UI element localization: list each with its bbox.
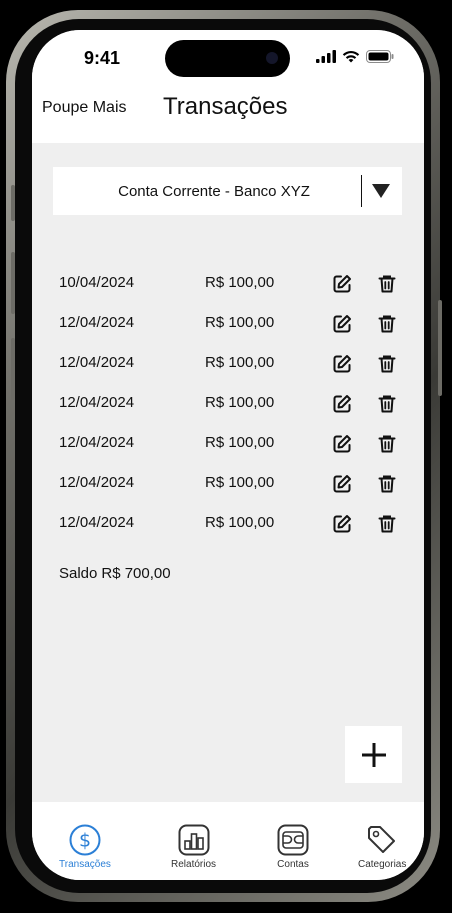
- tab-label: Relatórios: [171, 859, 217, 870]
- cellular-signal-icon: [316, 50, 336, 63]
- plus-icon: [361, 742, 386, 767]
- balance-value: R$ 700,00: [101, 565, 171, 582]
- trash-icon: [378, 435, 396, 453]
- trash-icon: [378, 395, 396, 413]
- transaction-date: 12/04/2024: [59, 514, 135, 531]
- trash-icon: [378, 515, 396, 533]
- delete-transaction-button[interactable]: [377, 434, 397, 454]
- tab-transacoes[interactable]: $ Transações: [59, 824, 111, 870]
- wifi-icon: [342, 51, 360, 63]
- app-name: Poupe Mais: [42, 99, 127, 116]
- select-divider: [361, 175, 362, 207]
- edit-icon: [333, 395, 351, 413]
- delete-transaction-button[interactable]: [377, 394, 397, 414]
- transaction-row: 12/04/2024 R$ 100,00: [32, 384, 424, 424]
- edit-transaction-button[interactable]: [332, 354, 352, 374]
- transaction-date: 12/04/2024: [59, 354, 135, 371]
- transaction-row: 12/04/2024 R$ 100,00: [32, 424, 424, 464]
- transaction-date: 12/04/2024: [59, 434, 135, 451]
- status-icons: [316, 50, 394, 63]
- mute-switch: [11, 185, 15, 221]
- volume-up-button: [11, 252, 15, 314]
- tag-icon: [368, 826, 396, 853]
- battery-icon: [366, 50, 394, 63]
- trash-icon: [378, 315, 396, 333]
- bottom-tab-bar: $ Transações Relatórios Contas Categoria…: [32, 802, 424, 880]
- power-button: [438, 300, 442, 396]
- tab-contas[interactable]: Contas: [277, 824, 309, 870]
- transaction-amount: R$ 100,00: [205, 474, 275, 491]
- transaction-amount: R$ 100,00: [205, 274, 275, 291]
- edit-icon: [333, 275, 351, 293]
- tab-label: Contas: [277, 859, 309, 870]
- bar-chart-icon: [178, 824, 210, 856]
- balance: Saldo R$ 700,00: [59, 565, 175, 582]
- edit-icon: [333, 435, 351, 453]
- dropdown-arrow-icon[interactable]: [372, 184, 390, 198]
- trash-icon: [378, 275, 396, 293]
- app-screen: 9:41 Poupe Mais Transações Conta Corrent…: [32, 30, 424, 880]
- edit-transaction-button[interactable]: [332, 434, 352, 454]
- edit-transaction-button[interactable]: [332, 394, 352, 414]
- account-select-value: Conta Corrente - Banco XYZ: [118, 182, 310, 200]
- edit-transaction-button[interactable]: [332, 514, 352, 534]
- tab-categorias[interactable]: Categorias: [358, 824, 406, 870]
- delete-transaction-button[interactable]: [377, 514, 397, 534]
- edit-transaction-button[interactable]: [332, 474, 352, 494]
- transaction-amount: R$ 100,00: [205, 314, 275, 331]
- volume-down-button: [11, 338, 15, 400]
- page-title: Transações: [163, 93, 288, 120]
- status-time: 9:41: [84, 48, 121, 68]
- dollar-icon: $: [69, 824, 101, 856]
- edit-icon: [333, 355, 351, 373]
- transaction-date: 12/04/2024: [59, 394, 135, 411]
- transaction-list: 10/04/2024 R$ 100,00 12/04/2024 R$ 100,00 12…: [32, 264, 424, 544]
- delete-transaction-button[interactable]: [377, 474, 397, 494]
- transaction-row: 12/04/2024 R$ 100,00: [32, 504, 424, 544]
- edit-transaction-button[interactable]: [332, 274, 352, 294]
- svg-text:$: $: [79, 830, 91, 852]
- trash-icon: [378, 475, 396, 493]
- transaction-row: 12/04/2024 R$ 100,00: [32, 344, 424, 384]
- transaction-row: 12/04/2024 R$ 100,00: [32, 464, 424, 504]
- transaction-row: 10/04/2024 R$ 100,00: [32, 264, 424, 304]
- dynamic-island: [165, 40, 290, 77]
- edit-icon: [333, 315, 351, 333]
- transaction-date: 10/04/2024: [59, 274, 135, 291]
- tab-label: Transações: [59, 859, 111, 870]
- balance-label: Saldo: [59, 565, 98, 582]
- edit-transaction-button[interactable]: [332, 314, 352, 334]
- wallet-icon: [277, 824, 309, 856]
- transaction-amount: R$ 100,00: [205, 434, 275, 451]
- delete-transaction-button[interactable]: [377, 274, 397, 294]
- edit-icon: [333, 475, 351, 493]
- account-select[interactable]: Conta Corrente - Banco XYZ: [53, 167, 402, 215]
- add-transaction-button[interactable]: [345, 726, 402, 783]
- transaction-row: 12/04/2024 R$ 100,00: [32, 304, 424, 344]
- tab-relatorios[interactable]: Relatórios: [171, 824, 216, 870]
- transaction-amount: R$ 100,00: [205, 354, 275, 371]
- status-bar: 9:41: [32, 30, 424, 90]
- transaction-date: 12/04/2024: [59, 314, 135, 331]
- trash-icon: [378, 355, 396, 373]
- front-camera: [266, 52, 278, 64]
- transaction-amount: R$ 100,00: [205, 514, 275, 531]
- tab-label: Categorias: [358, 859, 407, 870]
- app-header: Poupe Mais Transações: [32, 90, 424, 143]
- delete-transaction-button[interactable]: [377, 314, 397, 334]
- delete-transaction-button[interactable]: [377, 354, 397, 374]
- transaction-amount: R$ 100,00: [205, 394, 275, 411]
- edit-icon: [333, 515, 351, 533]
- transaction-date: 12/04/2024: [59, 474, 135, 491]
